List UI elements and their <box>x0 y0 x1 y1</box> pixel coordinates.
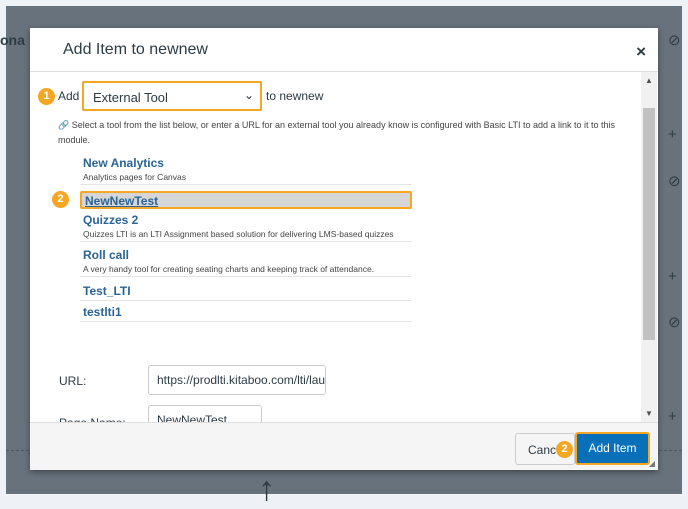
tool-item[interactable]: Roll call A very handy tool for creating … <box>80 246 412 277</box>
unpublished-icon[interactable]: ⊘ <box>668 313 681 331</box>
dialog-footer: Cancel 2 Add Item ◢ <box>30 422 658 470</box>
link-icon: 🔗 <box>58 120 70 130</box>
add-item-button[interactable]: Add Item <box>575 432 650 465</box>
chevron-down-icon: ⌄ <box>243 88 254 102</box>
module-label: to newnew <box>266 89 324 103</box>
scroll-down-icon[interactable]: ▼ <box>645 409 653 418</box>
step-badge-2: 2 <box>556 441 573 458</box>
tool-item[interactable]: Test_LTI <box>80 282 412 301</box>
add-label: Add <box>58 89 80 103</box>
tool-item-selected[interactable]: NewNewTest <box>80 191 412 209</box>
resize-handle-icon[interactable]: ◢ <box>649 459 655 468</box>
url-label: URL: <box>59 374 87 388</box>
background-heading: ona <box>0 32 25 48</box>
scrollbar-thumb[interactable] <box>643 108 655 340</box>
tool-desc: Analytics pages for Canvas <box>83 172 186 182</box>
add-icon[interactable]: + <box>668 268 677 285</box>
tool-item[interactable]: Quizzes 2 Quizzes LTI is an LTI Assignmen… <box>80 211 412 242</box>
scroll-up-icon[interactable]: ▲ <box>645 76 653 85</box>
step-badge-2: 2 <box>52 191 69 208</box>
close-icon[interactable]: × <box>636 42 646 62</box>
item-type-select[interactable]: External Tool ⌄ <box>82 81 262 111</box>
tool-link[interactable]: New Analytics <box>83 156 409 170</box>
dialog-header: Add Item to newnew × <box>30 28 658 72</box>
dialog-title: Add Item to newnew <box>63 41 208 58</box>
unpublished-icon[interactable]: ⊘ <box>668 172 681 190</box>
item-type-value: External Tool <box>93 90 168 105</box>
tool-item[interactable]: testlti1 <box>80 303 412 322</box>
tool-desc: A very handy tool for creating seating c… <box>83 264 375 274</box>
tool-link[interactable]: testlti1 <box>83 305 409 319</box>
tool-desc: Quizzes LTI is an LTI Assignment based s… <box>83 229 394 239</box>
scrollbar[interactable]: ▲ ▼ <box>641 72 657 422</box>
add-icon[interactable]: + <box>668 408 677 425</box>
tool-item[interactable]: New Analytics Analytics pages for Canvas <box>80 154 412 185</box>
help-text: 🔗 Select a tool from the list below, or … <box>58 118 618 148</box>
tool-link[interactable]: Test_LTI <box>83 284 409 298</box>
help-text-content: Select a tool from the list below, or en… <box>58 120 616 145</box>
tool-link[interactable]: NewNewTest <box>85 194 407 208</box>
dialog-body: 1 Add External Tool ⌄ to newnew 🔗 Select … <box>30 72 658 435</box>
add-item-dialog: Add Item to newnew × 1 Add External Tool… <box>30 28 658 470</box>
add-icon[interactable]: + <box>668 126 677 143</box>
unpublished-icon[interactable]: ⊘ <box>668 31 681 49</box>
tool-link[interactable]: Quizzes 2 <box>83 213 409 227</box>
tool-link[interactable]: Roll call <box>83 248 409 262</box>
url-input[interactable]: https://prodlti.kitaboo.com/lti/lau <box>148 365 326 395</box>
arrow-up-icon: ↑ <box>258 470 275 508</box>
step-badge-1: 1 <box>38 88 55 105</box>
